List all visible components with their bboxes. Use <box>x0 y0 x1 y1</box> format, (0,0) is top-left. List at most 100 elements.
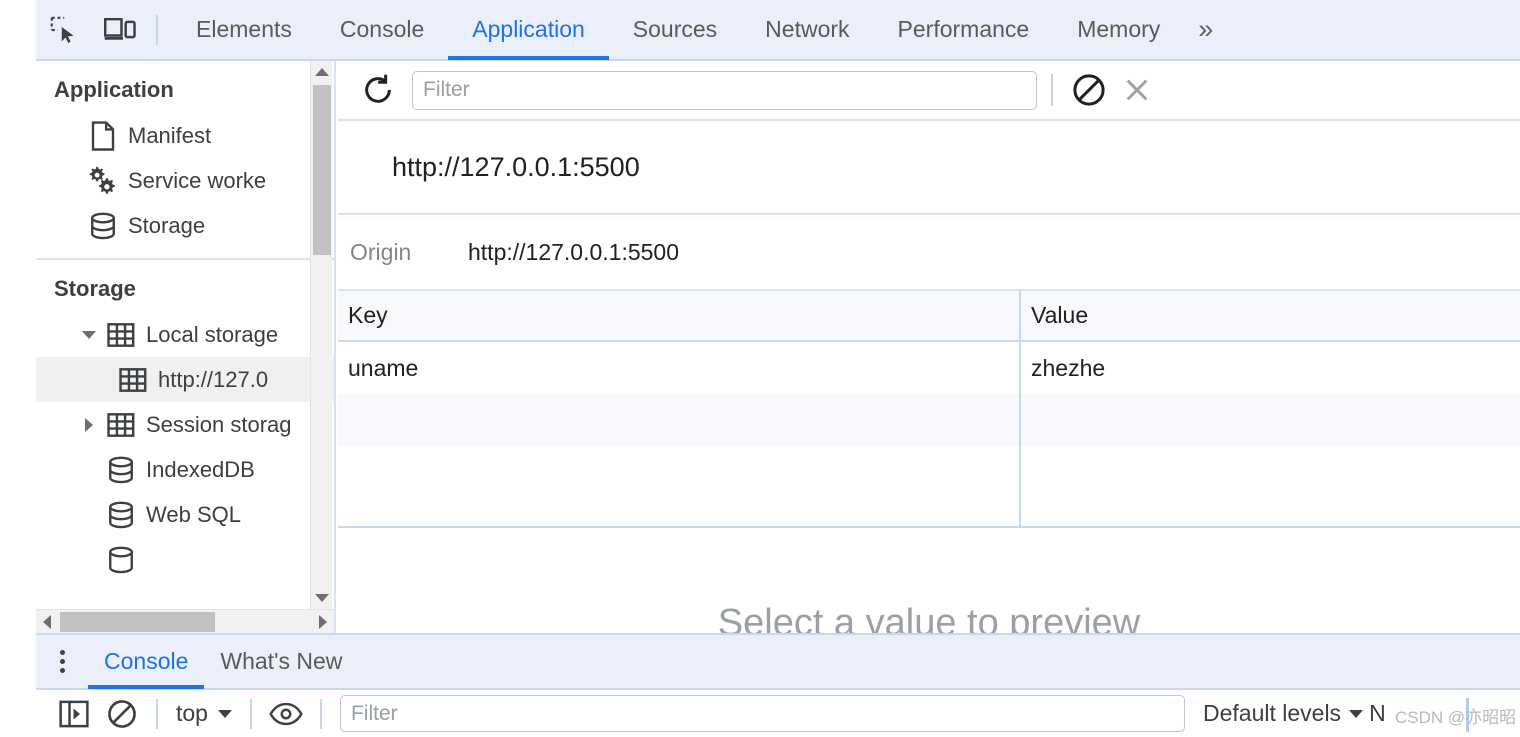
storage-section: Storage Local storage http://127.0 Sessi… <box>36 260 334 582</box>
refresh-icon[interactable] <box>354 66 402 114</box>
more-tabs-icon[interactable]: » <box>1184 0 1224 60</box>
left-gutter <box>0 0 36 737</box>
scroll-up-arrow-icon[interactable] <box>311 61 333 83</box>
sidebar-horizontal-scrollbar[interactable] <box>36 609 334 633</box>
devtools-drawer: Console What's New top Filter Default le… <box>36 633 1520 737</box>
toolbar-divider <box>156 14 158 45</box>
sidebar-item-label: Session storag <box>146 411 292 437</box>
cell-value <box>1021 394 1520 446</box>
console-toolbar-divider <box>249 698 252 729</box>
sidebar-item-indexeddb[interactable]: IndexedDB <box>36 447 334 492</box>
column-header-key[interactable]: Key <box>338 291 1021 340</box>
application-section-title: Application <box>54 77 174 102</box>
drawer-tab-console[interactable]: Console <box>88 635 205 689</box>
issues-label: N <box>1369 700 1386 726</box>
table-icon <box>102 322 140 348</box>
drawer-tabbar: Console What's New <box>36 635 1520 690</box>
tab-console[interactable]: Console <box>316 0 448 60</box>
cell-key: uname <box>338 342 1021 394</box>
sidebar-vertical-scrollbar[interactable] <box>310 61 332 609</box>
sidebar-item-label: Local storage <box>146 321 279 347</box>
sidebar-item-local-storage[interactable]: Local storage <box>36 312 334 357</box>
document-icon <box>84 120 122 151</box>
sidebar-item-session-storage[interactable]: Session storag <box>36 402 334 447</box>
devtools-window: Elements Console Application Sources Net… <box>36 0 1520 737</box>
storage-filter-input[interactable] <box>412 70 1037 110</box>
tab-performance[interactable]: Performance <box>874 0 1054 60</box>
chevron-right-icon[interactable] <box>76 417 102 432</box>
console-toolbar-divider <box>319 698 322 729</box>
text-cursor <box>1466 698 1469 732</box>
horizontal-scroll-thumb[interactable] <box>60 611 215 632</box>
devtools-body: Application Manifest Service worke Stora… <box>36 61 1520 633</box>
cell-value <box>1021 446 1520 526</box>
column-header-value[interactable]: Value <box>1021 291 1520 340</box>
tab-network[interactable]: Network <box>741 0 873 60</box>
origin-value: http://127.0.0.1:5500 <box>468 238 680 265</box>
table-row[interactable]: uname zhezhe <box>338 342 1520 394</box>
sidebar-item-label: Service worke <box>128 167 267 193</box>
sidebar-item-service-workers[interactable]: Service worke <box>36 158 334 203</box>
execution-context-selector[interactable]: top <box>168 700 240 727</box>
scroll-down-arrow-icon[interactable] <box>311 587 333 609</box>
local-storage-table: Key Value uname zhezhe <box>338 291 1520 528</box>
device-toolbar-icon[interactable] <box>92 0 148 60</box>
console-toolbar-divider <box>156 698 158 729</box>
drawer-tab-whats-new[interactable]: What's New <box>204 635 358 689</box>
gears-icon <box>84 166 122 196</box>
sidebar-item-label: Manifest <box>128 122 212 148</box>
origin-heading: http://127.0.0.1:5500 <box>338 121 1520 215</box>
panel-tabs: Elements Console Application Sources Net… <box>172 0 1184 60</box>
devtools-tabbar: Elements Console Application Sources Net… <box>36 0 1520 61</box>
live-expression-icon[interactable] <box>262 691 310 737</box>
tab-memory[interactable]: Memory <box>1053 0 1184 60</box>
table-row[interactable] <box>338 394 1520 446</box>
cell-key <box>338 446 1021 526</box>
table-header-row: Key Value <box>338 291 1520 342</box>
close-icon[interactable] <box>1113 66 1161 114</box>
log-levels-selector[interactable]: Default levels <box>1202 700 1364 727</box>
more-options-icon[interactable] <box>36 635 88 689</box>
storage-toolbar <box>338 61 1520 121</box>
sidebar-item-partial[interactable] <box>36 537 334 582</box>
database-icon <box>102 500 140 530</box>
value-preview-area: Select a value to preview <box>338 574 1520 633</box>
log-levels-label: Default levels <box>1202 700 1342 726</box>
storage-main-panel: http://127.0.0.1:5500 Origin http://127.… <box>338 61 1520 633</box>
database-icon <box>84 211 122 241</box>
clear-console-icon[interactable] <box>98 691 146 737</box>
sidebar-item-label: IndexedDB <box>146 456 255 482</box>
scroll-left-arrow-icon[interactable] <box>36 610 58 634</box>
database-icon <box>102 455 140 485</box>
table-icon <box>114 367 152 393</box>
sidebar-item-storage[interactable]: Storage <box>36 203 334 248</box>
database-icon <box>102 545 140 575</box>
tab-elements[interactable]: Elements <box>172 0 316 60</box>
sidebar-item-label: Storage <box>128 212 206 238</box>
execution-context-value: top <box>176 700 208 726</box>
tab-sources[interactable]: Sources <box>609 0 741 60</box>
devtools-screenshot: Elements Console Application Sources Net… <box>0 0 1520 737</box>
sidebar-item-label: http://127.0 <box>158 366 269 392</box>
inspect-element-icon[interactable] <box>36 0 92 60</box>
table-row[interactable] <box>338 446 1520 526</box>
cell-key <box>338 394 1021 446</box>
origin-row: Origin http://127.0.0.1:5500 <box>338 215 1520 291</box>
cell-value: zhezhe <box>1031 354 1106 381</box>
chevron-down-icon[interactable] <box>76 330 102 339</box>
vertical-scroll-thumb[interactable] <box>313 85 331 255</box>
scroll-right-arrow-icon[interactable] <box>312 610 334 634</box>
sidebar-item-local-storage-origin[interactable]: http://127.0 <box>36 357 334 402</box>
console-filter-input[interactable] <box>339 695 1185 732</box>
console-toolbar: top Default levels N <box>36 690 1520 737</box>
console-sidebar-icon[interactable] <box>50 691 98 737</box>
tab-application[interactable]: Application <box>448 0 609 60</box>
application-section: Application Manifest Service worke Stora… <box>36 61 334 260</box>
sidebar-item-manifest[interactable]: Manifest <box>36 113 334 158</box>
toolbar-divider <box>1051 74 1053 106</box>
origin-label: Origin <box>350 238 412 265</box>
sidebar-item-web-sql[interactable]: Web SQL <box>36 492 334 537</box>
sidebar-item-label: Web SQL <box>146 501 241 527</box>
preview-placeholder-text: Select a value to preview <box>717 602 1141 633</box>
clear-all-icon[interactable] <box>1065 66 1113 114</box>
